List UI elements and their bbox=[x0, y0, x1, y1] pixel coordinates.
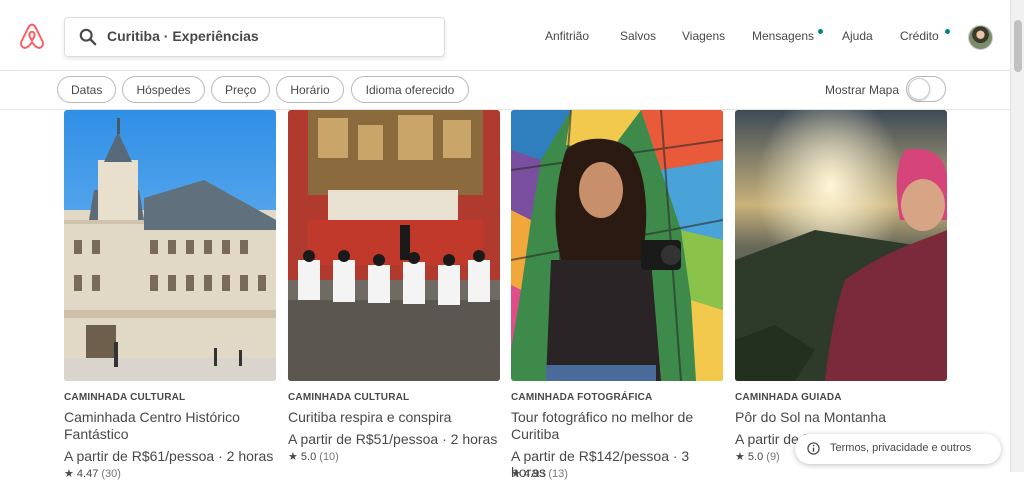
rating-count: (13) bbox=[548, 468, 568, 480]
card-rating: ★ 4.47 (30) bbox=[64, 467, 121, 480]
card-title[interactable]: Caminhada Centro Histórico Fantástico bbox=[64, 409, 276, 443]
filter-horario[interactable]: Horário bbox=[276, 76, 344, 103]
page-scrollbar[interactable] bbox=[1010, 0, 1024, 472]
terms-privacy-button[interactable]: Termos, privacidade e outros bbox=[795, 434, 1001, 464]
experience-photo-photographer[interactable] bbox=[511, 110, 723, 381]
rating-count: (30) bbox=[101, 468, 121, 480]
top-bar: Curitiba · Experiências Anfitrião Salvos… bbox=[0, 0, 1010, 71]
nav-anfitriao[interactable]: Anfitrião bbox=[545, 29, 589, 43]
filter-bar: Datas Hóspedes Preço Horário Idioma ofer… bbox=[0, 71, 1010, 110]
show-map-toggle[interactable] bbox=[906, 76, 946, 102]
toggle-knob bbox=[908, 78, 930, 100]
card-category: CAMINHADA CULTURAL bbox=[288, 392, 410, 403]
card-rating: ★ 4.93 (13) bbox=[511, 467, 568, 480]
search-input[interactable]: Curitiba · Experiências bbox=[107, 28, 259, 44]
experience-photo-sunset-mountain[interactable] bbox=[735, 110, 947, 381]
rating-count: (9) bbox=[766, 451, 780, 463]
show-map-label: Mostrar Mapa bbox=[825, 83, 900, 97]
card-price: A partir de R$51/pessoa · 2 horas bbox=[288, 431, 498, 447]
filter-hospedes[interactable]: Hóspedes bbox=[122, 76, 205, 103]
nav-mensagens[interactable]: Mensagens bbox=[752, 29, 814, 43]
nav-credito[interactable]: Crédito bbox=[900, 29, 939, 43]
experience-photo-historic-building[interactable] bbox=[64, 110, 276, 381]
card-category: CAMINHADA FOTOGRÁFICA bbox=[511, 392, 653, 403]
card-category: CAMINHADA GUIADA bbox=[735, 392, 842, 403]
user-avatar[interactable] bbox=[968, 25, 993, 50]
rating-value: ★ 5.0 bbox=[735, 451, 764, 463]
rating-value: ★ 4.47 bbox=[64, 468, 99, 480]
filter-datas[interactable]: Datas bbox=[57, 76, 116, 103]
filter-idioma[interactable]: Idioma oferecido bbox=[351, 76, 469, 103]
scrollbar-thumb[interactable] bbox=[1014, 20, 1022, 72]
filter-preco[interactable]: Preço bbox=[211, 76, 270, 103]
airbnb-logo-icon[interactable] bbox=[18, 22, 46, 50]
terms-privacy-label: Termos, privacidade e outros bbox=[830, 442, 972, 454]
search-bar[interactable]: Curitiba · Experiências bbox=[64, 17, 445, 57]
credito-notification-dot bbox=[945, 29, 950, 34]
mensagens-notification-dot bbox=[818, 29, 823, 34]
card-rating: ★ 5.0 (10) bbox=[288, 450, 339, 463]
rating-value: ★ 4.93 bbox=[511, 468, 546, 480]
search-icon bbox=[79, 28, 97, 46]
card-price: A partir de R$61/pessoa · 2 horas bbox=[64, 448, 274, 464]
rating-value: ★ 5.0 bbox=[288, 451, 317, 463]
nav-salvos[interactable]: Salvos bbox=[620, 29, 656, 43]
nav-viagens[interactable]: Viagens bbox=[682, 29, 725, 43]
card-title[interactable]: Curitiba respira e conspira bbox=[288, 409, 500, 426]
card-title[interactable]: Pôr do Sol na Montanha bbox=[735, 409, 947, 426]
card-category: CAMINHADA CULTURAL bbox=[64, 392, 186, 403]
card-rating: ★ 5.0 (9) bbox=[735, 450, 780, 463]
experience-photo-mural-group[interactable] bbox=[288, 110, 500, 381]
nav-ajuda[interactable]: Ajuda bbox=[842, 29, 873, 43]
info-icon bbox=[807, 442, 820, 455]
card-title[interactable]: Tour fotográfico no melhor de Curitiba bbox=[511, 409, 723, 443]
rating-count: (10) bbox=[319, 451, 339, 463]
